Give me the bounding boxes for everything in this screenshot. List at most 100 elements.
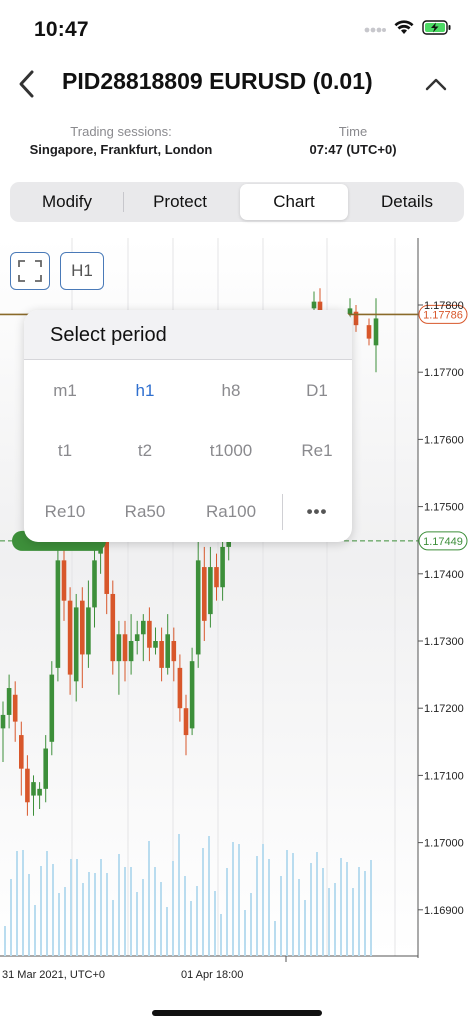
wifi-icon bbox=[394, 20, 414, 40]
candle-body bbox=[104, 540, 109, 594]
volume-bar bbox=[88, 872, 90, 956]
tab-chart[interactable]: Chart bbox=[240, 184, 348, 220]
candle-body bbox=[61, 560, 67, 601]
volume-bar bbox=[346, 862, 348, 956]
volume-bar bbox=[82, 883, 84, 956]
server-time: Time 07:47 (UTC+0) bbox=[286, 124, 420, 160]
volume-bar bbox=[274, 921, 276, 956]
collapse-button[interactable] bbox=[416, 66, 456, 102]
candle-body bbox=[67, 600, 73, 675]
period-option-t1000[interactable]: t1000 bbox=[190, 436, 272, 466]
period-option-h8[interactable]: h8 bbox=[190, 376, 272, 406]
volume-bar bbox=[298, 879, 300, 956]
candle-body bbox=[147, 620, 152, 648]
volume-bar bbox=[220, 914, 222, 956]
status-bar: 10:47 bbox=[0, 0, 474, 56]
candle-body bbox=[134, 634, 140, 641]
volume-bar bbox=[178, 834, 180, 956]
period-option-t2[interactable]: t2 bbox=[104, 436, 186, 466]
server-time-value: 07:47 (UTC+0) bbox=[309, 142, 397, 157]
candle-body bbox=[202, 567, 207, 621]
volume-bar bbox=[232, 842, 234, 956]
period-option-ra100[interactable]: Ra100 bbox=[190, 497, 272, 527]
volume-bar bbox=[184, 876, 186, 956]
candle-body bbox=[12, 694, 18, 722]
candle-body bbox=[153, 641, 158, 648]
fullscreen-button[interactable] bbox=[10, 252, 50, 290]
volume-bar bbox=[22, 850, 24, 956]
volume-bar bbox=[148, 841, 150, 956]
period-option-re1[interactable]: Re1 bbox=[276, 436, 352, 466]
candle-body bbox=[0, 714, 6, 729]
volume-bar bbox=[100, 859, 102, 956]
period-option-t1[interactable]: t1 bbox=[24, 436, 106, 466]
trading-sessions-value: Singapore, Frankfurt, London bbox=[29, 142, 213, 157]
volume-bar bbox=[256, 856, 258, 956]
popup-title: Select period bbox=[24, 310, 352, 360]
volume-bar bbox=[94, 873, 96, 956]
y-tick-label: 1.17600 bbox=[424, 434, 464, 446]
candle-body bbox=[73, 607, 79, 682]
volume-bar bbox=[352, 888, 354, 956]
volume-bar bbox=[166, 907, 168, 956]
volume-bar bbox=[142, 879, 144, 956]
volume-bar bbox=[262, 844, 264, 956]
volume-bar bbox=[34, 905, 36, 956]
volume-bar bbox=[226, 868, 228, 956]
period-option-h1[interactable]: h1 bbox=[104, 376, 186, 406]
volume-bar bbox=[76, 859, 78, 956]
volume-bar bbox=[112, 900, 114, 956]
y-tick-label: 1.17500 bbox=[424, 502, 464, 514]
volume-bar bbox=[358, 867, 360, 956]
volume-bar bbox=[136, 892, 138, 956]
y-tick-label: 1.17300 bbox=[424, 636, 464, 648]
period-option-re10[interactable]: Re10 bbox=[24, 497, 106, 527]
tab-protect[interactable]: Protect bbox=[125, 184, 235, 220]
y-tick-label: 1.17100 bbox=[424, 770, 464, 782]
period-button[interactable]: H1 bbox=[60, 252, 104, 290]
volume-bar bbox=[280, 876, 282, 956]
period-option-ra50[interactable]: Ra50 bbox=[104, 497, 186, 527]
period-option-m1[interactable]: m1 bbox=[24, 376, 106, 406]
chevron-up-icon bbox=[425, 78, 447, 91]
period-button-label: H1 bbox=[71, 261, 93, 280]
volume-bar bbox=[28, 874, 30, 956]
volume-bar bbox=[130, 867, 132, 956]
candle-body bbox=[177, 667, 183, 709]
x-tick-label: 31 Mar 2021, UTC+0 bbox=[2, 969, 105, 981]
tab-divider bbox=[123, 192, 124, 212]
volume-bar bbox=[172, 861, 174, 956]
candle-body bbox=[80, 600, 85, 655]
candle-body bbox=[159, 641, 164, 668]
candle-body bbox=[31, 782, 36, 796]
volume-bar bbox=[364, 871, 366, 956]
candle-body bbox=[110, 593, 116, 662]
home-indicator bbox=[152, 1010, 322, 1016]
more-periods-button[interactable]: ••• bbox=[276, 497, 352, 527]
y-tick-label: 1.17800 bbox=[424, 300, 464, 312]
candle-body bbox=[128, 641, 134, 662]
tab-details[interactable]: Details bbox=[352, 184, 462, 220]
battery-charging-icon bbox=[422, 20, 452, 40]
y-tick-label: 1.17000 bbox=[424, 838, 464, 850]
volume-bar bbox=[10, 879, 12, 956]
candle-body bbox=[122, 634, 128, 662]
volume-bar bbox=[334, 883, 336, 956]
volume-bar bbox=[16, 851, 18, 956]
status-time: 10:47 bbox=[34, 18, 89, 41]
status-icons bbox=[364, 20, 452, 40]
session-info: Trading sessions: Singapore, Frankfurt, … bbox=[0, 124, 474, 164]
order-tabs: Modify Protect Chart Details bbox=[10, 182, 464, 222]
tab-modify[interactable]: Modify bbox=[12, 184, 122, 220]
volume-bar bbox=[250, 893, 252, 956]
volume-bar bbox=[124, 867, 126, 956]
volume-bar bbox=[52, 864, 54, 956]
volume-bar bbox=[316, 852, 318, 956]
period-option-d1[interactable]: D1 bbox=[276, 376, 352, 406]
back-button[interactable] bbox=[6, 62, 46, 106]
chevron-left-icon bbox=[19, 70, 34, 98]
candle-body bbox=[116, 634, 122, 662]
volume-bar bbox=[214, 891, 216, 956]
trading-sessions: Trading sessions: Singapore, Frankfurt, … bbox=[20, 124, 222, 160]
volume-bar bbox=[304, 900, 306, 956]
